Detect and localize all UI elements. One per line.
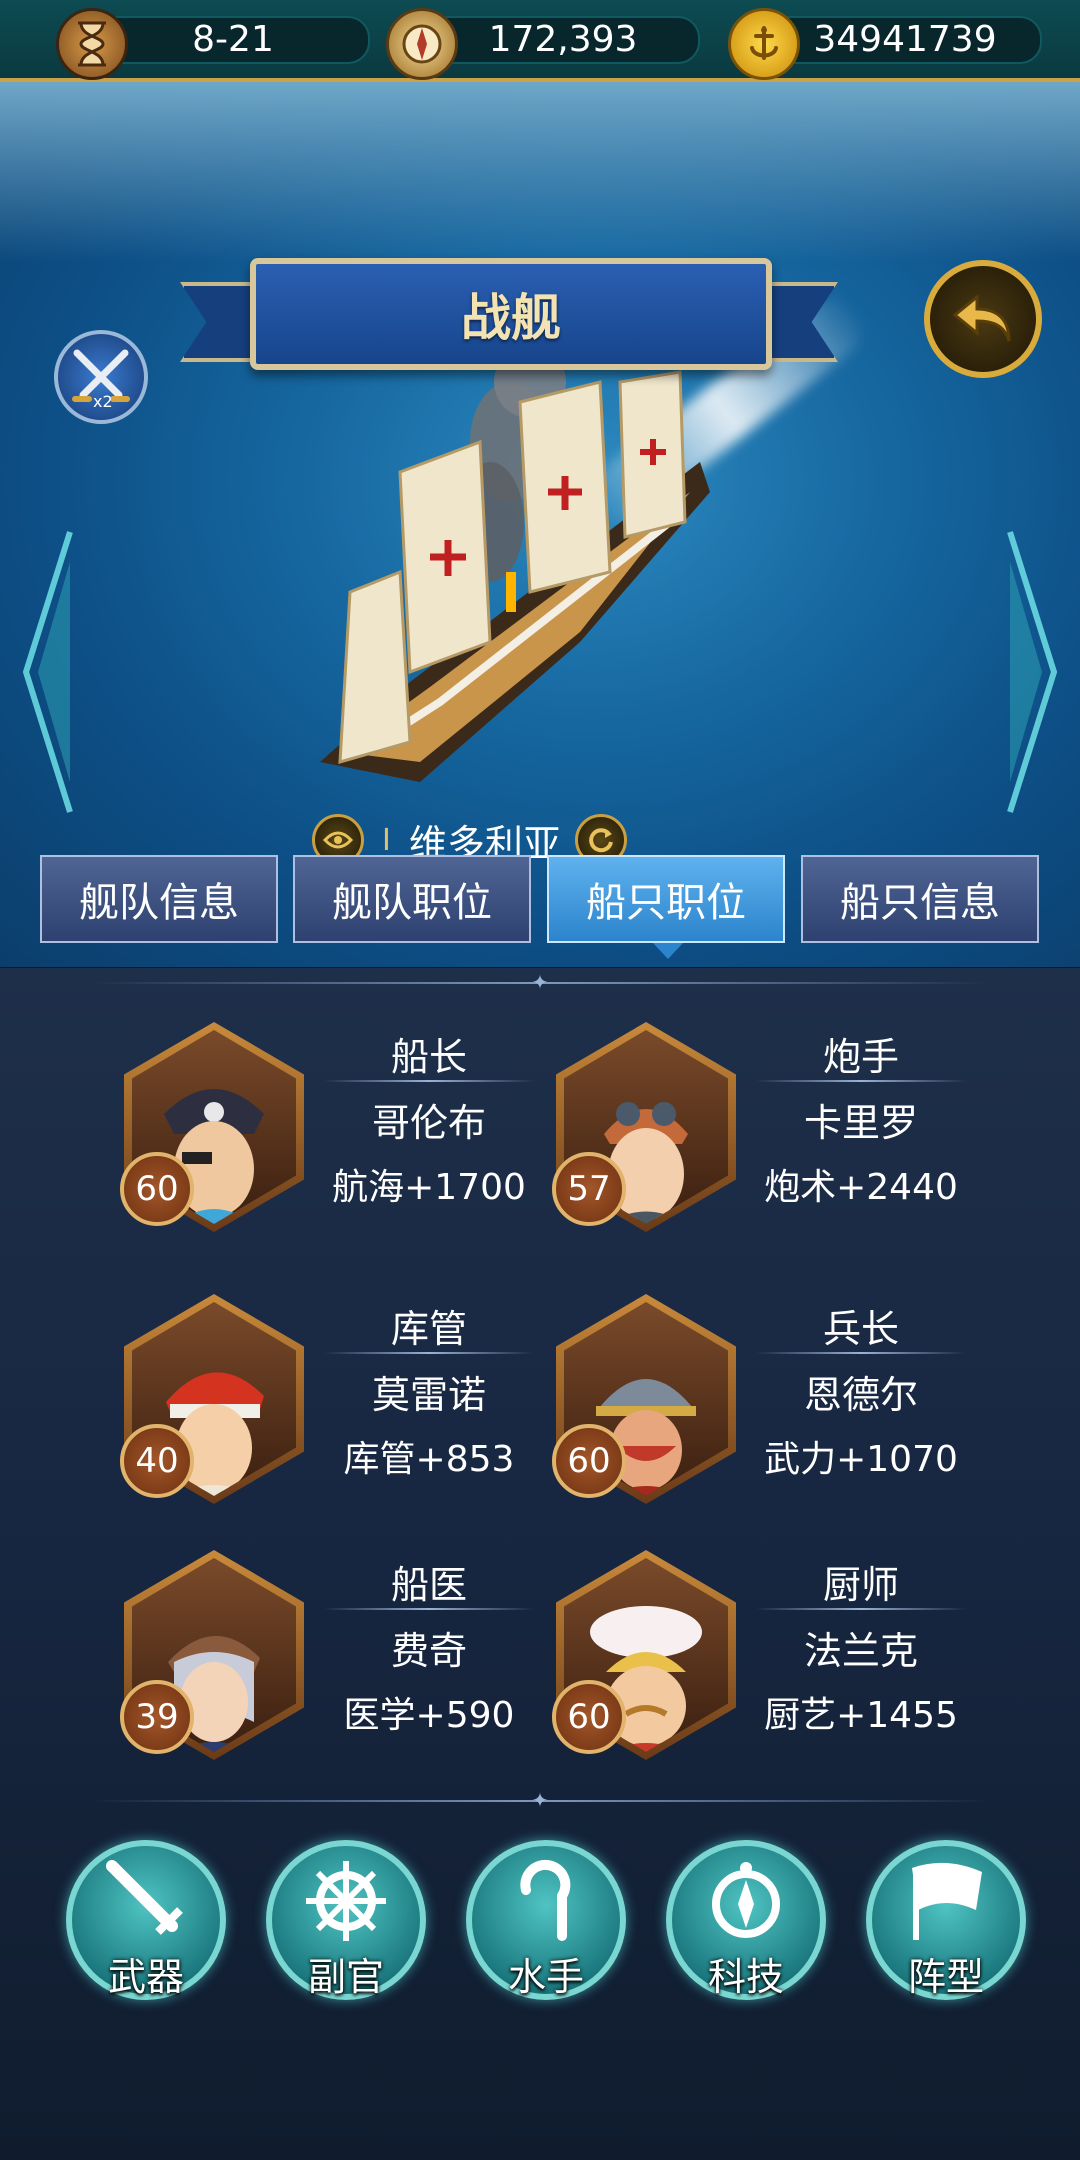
weapons-label: 武器 bbox=[107, 1955, 184, 1999]
doctor-level: 39 bbox=[120, 1680, 194, 1754]
doctor-stat: 医学+590 bbox=[343, 1695, 515, 1736]
panel-divider-bottom: ✦ bbox=[90, 1790, 990, 1810]
tech-button[interactable]: 科技 bbox=[666, 1840, 826, 2000]
doctor-role: 船医 bbox=[390, 1563, 467, 1607]
chef-level: 60 bbox=[552, 1680, 626, 1754]
gunner-name: 卡里罗 bbox=[803, 1101, 918, 1145]
panel-divider-top: ✦ bbox=[90, 972, 990, 992]
chef-name: 法兰克 bbox=[803, 1629, 918, 1673]
formation-label: 阵型 bbox=[907, 1955, 984, 1999]
gunner-stat: 炮术+2440 bbox=[764, 1167, 958, 1208]
captain-role: 船长 bbox=[390, 1035, 467, 1079]
formation-button[interactable]: 阵型 bbox=[866, 1840, 1026, 2000]
sergeant-role: 兵长 bbox=[822, 1307, 899, 1351]
banner-title: 战舰 bbox=[461, 289, 561, 347]
crew-card-chef[interactable]: 60 厨师 法兰克 厨艺+1455 bbox=[552, 1550, 986, 1780]
back-button[interactable] bbox=[924, 260, 1042, 378]
title-banner: 战舰 bbox=[250, 258, 772, 370]
crew-card-gunner[interactable]: 57 炮手 卡里罗 炮术+2440 bbox=[552, 1022, 986, 1252]
sergeant-level: 60 bbox=[552, 1424, 626, 1498]
sergeant-name: 恩德尔 bbox=[803, 1373, 918, 1417]
crossed-swords-icon: x2 bbox=[72, 349, 130, 411]
eye-icon bbox=[323, 831, 353, 849]
ship-scene: 战舰 x2 I 维多利亚 bbox=[0, 82, 1080, 967]
back-arrow-icon bbox=[952, 293, 1011, 342]
resource-bar: 8-21 172,393 34941739 bbox=[0, 0, 1080, 82]
hourglass-icon bbox=[56, 8, 128, 80]
crew-card-captain[interactable]: 60 船长 哥伦布 航海+1700 bbox=[120, 1022, 554, 1252]
gunner-role: 炮手 bbox=[822, 1035, 899, 1079]
helm-wheel-icon bbox=[306, 1861, 386, 1941]
sailors-label: 水手 bbox=[507, 1955, 584, 1999]
crew-card-sergeant[interactable]: 60 兵长 恩德尔 武力+1070 bbox=[552, 1294, 986, 1524]
quartermaster-stat: 库管+853 bbox=[343, 1439, 515, 1480]
compass-icon bbox=[386, 8, 458, 80]
quartermaster-name: 莫雷诺 bbox=[371, 1373, 486, 1417]
next-ship-arrow-icon[interactable] bbox=[1002, 522, 1062, 822]
battle-count-label: x2 bbox=[93, 392, 113, 411]
time-value: 8-21 bbox=[96, 16, 370, 64]
tab-ship-info[interactable]: 船只信息 bbox=[801, 855, 1039, 943]
officers-label: 副官 bbox=[307, 1955, 384, 1999]
compass-icon bbox=[712, 1862, 780, 1938]
sergeant-stat: 武力+1070 bbox=[764, 1439, 958, 1480]
captain-stat: 航海+1700 bbox=[332, 1167, 526, 1208]
tab-ship-positions[interactable]: 船只职位 bbox=[547, 855, 785, 959]
compass-value: 172,393 bbox=[426, 16, 700, 64]
gunner-level: 57 bbox=[552, 1152, 626, 1226]
weapons-button[interactable]: 武器 bbox=[66, 1840, 226, 2000]
tab-fleet-info[interactable]: 舰队信息 bbox=[40, 855, 278, 943]
gold-coin-icon bbox=[728, 8, 800, 80]
flag-icon bbox=[912, 1862, 982, 1940]
quartermaster-level: 40 bbox=[120, 1424, 194, 1498]
previous-ship-arrow-icon[interactable] bbox=[18, 522, 78, 822]
officers-button[interactable]: 副官 bbox=[266, 1840, 426, 2000]
captain-name: 哥伦布 bbox=[371, 1101, 486, 1145]
tech-label: 科技 bbox=[707, 1955, 784, 1999]
chef-stat: 厨艺+1455 bbox=[764, 1695, 958, 1736]
chef-role: 厨师 bbox=[822, 1563, 899, 1607]
sword-icon bbox=[106, 1860, 183, 1935]
action-buttons: 武器 副官 水手 科技 阵型 bbox=[0, 1840, 1080, 2020]
tab-fleet-positions[interactable]: 舰队职位 bbox=[293, 855, 531, 943]
doctor-name: 费奇 bbox=[390, 1629, 467, 1673]
captain-level: 60 bbox=[120, 1152, 194, 1226]
tab-bar: 舰队信息 舰队职位 船只职位 船只信息 bbox=[0, 850, 1080, 970]
quartermaster-role: 库管 bbox=[390, 1307, 467, 1351]
crew-card-quartermaster[interactable]: 40 库管 莫雷诺 库管+853 bbox=[120, 1294, 554, 1524]
crew-card-doctor[interactable]: 39 船医 费奇 医学+590 bbox=[120, 1550, 554, 1780]
crossed-swords-badge[interactable]: x2 bbox=[54, 330, 148, 424]
gold-value: 34941739 bbox=[768, 16, 1042, 64]
sailors-button[interactable]: 水手 bbox=[466, 1840, 626, 2000]
hook-icon bbox=[520, 1859, 571, 1941]
warship-image bbox=[320, 346, 710, 782]
